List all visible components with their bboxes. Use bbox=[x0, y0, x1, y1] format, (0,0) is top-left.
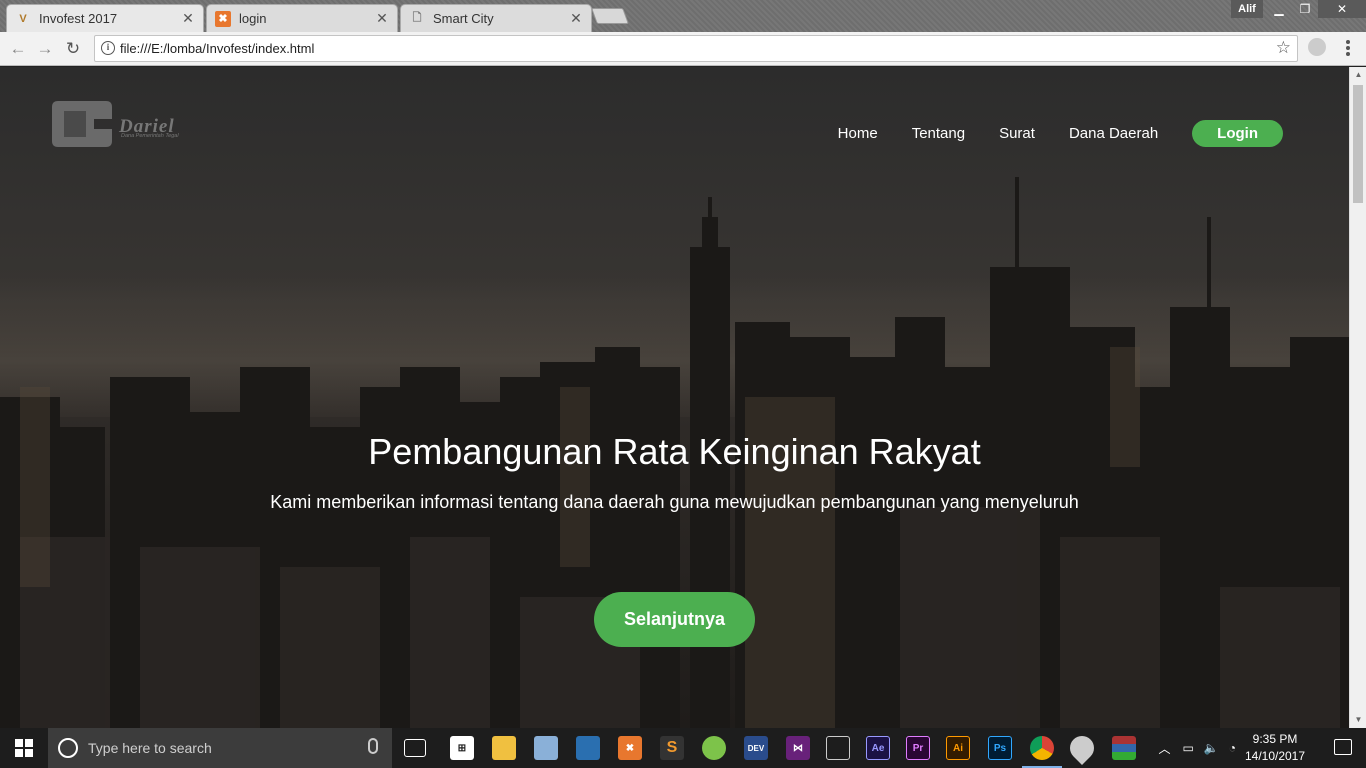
profile-button[interactable]: Alif bbox=[1231, 0, 1263, 18]
close-window-icon[interactable]: ✕ bbox=[1318, 0, 1366, 18]
tab-login[interactable]: ✖ login ✕ bbox=[206, 4, 398, 32]
minimize-icon[interactable]: ▁ bbox=[1266, 0, 1292, 18]
close-icon[interactable]: ✕ bbox=[375, 10, 389, 27]
main-nav: Home Tentang Surat Dana Daerah Login bbox=[804, 120, 1283, 147]
page-viewport: Dariel Dana Pemerintah Tegal Home Tentan… bbox=[0, 67, 1349, 728]
restore-icon[interactable]: ❐ bbox=[1292, 0, 1318, 18]
tab-smart-city[interactable]: 🗋 Smart City ✕ bbox=[400, 4, 592, 32]
taskbar-search[interactable]: Type here to search bbox=[48, 728, 392, 768]
clock-date: 14/10/2017 bbox=[1244, 749, 1306, 763]
movie-maker-icon[interactable] bbox=[826, 736, 850, 760]
info-icon[interactable]: i bbox=[101, 41, 115, 55]
v-logo-icon: V bbox=[19, 12, 27, 25]
bookmark-star-icon[interactable]: ☆ bbox=[1276, 38, 1291, 58]
reload-icon[interactable]: ↻ bbox=[63, 39, 83, 59]
chrome-menu-icon[interactable] bbox=[1340, 39, 1356, 57]
back-icon[interactable]: ← bbox=[8, 39, 28, 59]
search-placeholder: Type here to search bbox=[88, 740, 212, 756]
sublime-icon[interactable]: S bbox=[660, 736, 684, 760]
logo-subtitle: Dana Pemerintah Tegal bbox=[121, 133, 179, 139]
task-view-icon[interactable] bbox=[404, 739, 426, 757]
hero-subtitle: Kami memberikan informasi tentang dana d… bbox=[270, 492, 1079, 512]
nav-dana-daerah[interactable]: Dana Daerah bbox=[1069, 125, 1158, 142]
xampp-icon: ✖ bbox=[215, 10, 231, 27]
selanjutnya-button[interactable]: Selanjutnya bbox=[594, 592, 755, 647]
cortana-icon bbox=[58, 738, 78, 758]
visual-studio-icon[interactable]: ⋈ bbox=[786, 736, 810, 760]
notification-icon[interactable] bbox=[1334, 739, 1352, 755]
nav-tentang[interactable]: Tentang bbox=[912, 125, 965, 142]
xampp-icon[interactable]: ✖ bbox=[618, 736, 642, 760]
hero-title: Pembangunan Rata Keinginan Rakyat bbox=[368, 431, 981, 472]
address-bar[interactable]: i file:///E:/lomba/Invofest/index.html ☆ bbox=[94, 35, 1298, 62]
chrome-icon[interactable] bbox=[1030, 736, 1054, 760]
winrar-icon[interactable] bbox=[1112, 736, 1136, 760]
android-studio-icon[interactable] bbox=[702, 736, 726, 760]
system-tray: ︿ ▭ 🔈 ◔ bbox=[1158, 728, 1236, 768]
after-effects-icon[interactable]: Ae bbox=[866, 736, 890, 760]
forward-icon[interactable]: → bbox=[35, 39, 55, 59]
microphone-icon[interactable] bbox=[368, 738, 378, 754]
nav-surat[interactable]: Surat bbox=[999, 125, 1035, 142]
virtualbox-icon[interactable] bbox=[534, 736, 558, 760]
devcpp-icon[interactable]: DEV bbox=[744, 736, 768, 760]
close-icon[interactable]: ✕ bbox=[569, 10, 583, 27]
taskbar-clock[interactable]: 9:35 PM 14/10/2017 bbox=[1240, 731, 1310, 765]
virtualbox-blue-icon[interactable] bbox=[576, 736, 600, 760]
tab-title: login bbox=[239, 11, 267, 26]
windows-start-icon[interactable] bbox=[0, 728, 48, 768]
nav-home[interactable]: Home bbox=[838, 125, 878, 142]
browser-toolbar: ← → ↻ i file:///E:/lomba/Invofest/index.… bbox=[0, 32, 1366, 66]
new-tab-button[interactable] bbox=[591, 8, 629, 24]
file-explorer-icon[interactable] bbox=[492, 736, 516, 760]
extension-icon[interactable] bbox=[1308, 38, 1326, 56]
droplet-icon[interactable] bbox=[1065, 731, 1099, 765]
clock-time: 9:35 PM bbox=[1252, 732, 1298, 746]
tab-strip: V Invofest 2017 ✕ ✖ login ✕ 🗋 Smart City… bbox=[0, 0, 1366, 32]
window-controls: ▁ ❐ ✕ bbox=[1266, 0, 1366, 18]
login-button[interactable]: Login bbox=[1192, 120, 1283, 147]
scroll-down-icon[interactable]: ▼ bbox=[1350, 712, 1366, 728]
tab-invofest[interactable]: V Invofest 2017 ✕ bbox=[6, 4, 204, 32]
photoshop-icon[interactable]: Ps bbox=[988, 736, 1012, 760]
scroll-thumb[interactable] bbox=[1353, 85, 1363, 203]
tab-title: Invofest 2017 bbox=[39, 11, 118, 26]
tab-title: Smart City bbox=[433, 11, 494, 26]
page-icon: 🗋 bbox=[412, 12, 422, 24]
page-scrollbar[interactable]: ▲ ▼ bbox=[1349, 67, 1366, 728]
scroll-up-icon[interactable]: ▲ bbox=[1350, 67, 1366, 83]
close-icon[interactable]: ✕ bbox=[181, 10, 195, 27]
url-text: file:///E:/lomba/Invofest/index.html bbox=[120, 41, 315, 56]
wifi-icon[interactable]: ◔ bbox=[1229, 741, 1236, 755]
windows-taskbar: Type here to search ⊞ ✖ S DEV ⋈ Ae Pr Ai… bbox=[0, 728, 1366, 768]
battery-icon[interactable]: ▭ bbox=[1182, 741, 1193, 755]
volume-icon[interactable]: 🔈 bbox=[1204, 741, 1219, 755]
chevron-up-icon[interactable]: ︿ bbox=[1158, 740, 1170, 757]
premiere-icon[interactable]: Pr bbox=[906, 736, 930, 760]
store-icon[interactable]: ⊞ bbox=[450, 736, 474, 760]
illustrator-icon[interactable]: Ai bbox=[946, 736, 970, 760]
